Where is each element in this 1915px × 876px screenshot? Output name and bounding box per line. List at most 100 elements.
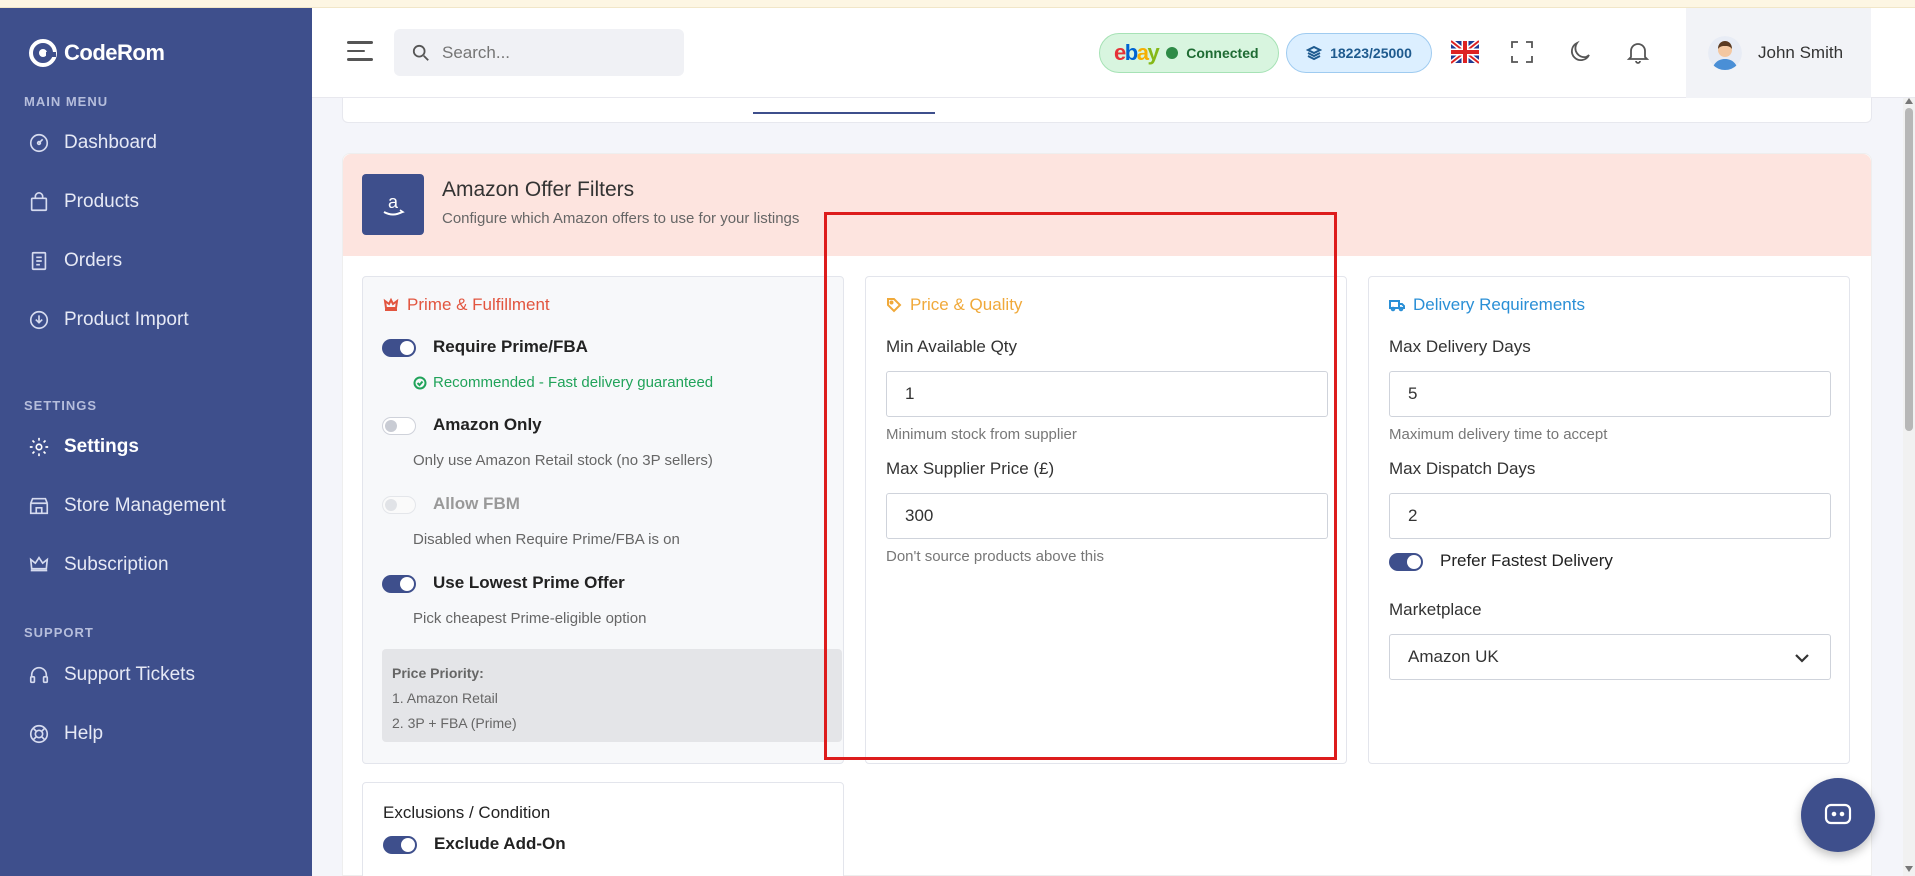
sidebar-item-products[interactable]: Products (28, 191, 139, 213)
headset-icon (29, 666, 49, 684)
sidebar-item-label: Store Management (64, 495, 226, 516)
allow-fbm-toggle[interactable] (382, 496, 416, 514)
panel-title: Amazon Offer Filters (442, 178, 635, 201)
card-title-text: Delivery Requirements (1413, 295, 1585, 314)
ebay-status-text: Connected (1186, 45, 1259, 61)
scroll-up-icon[interactable] (1905, 98, 1913, 104)
card-title: Prime & Fulfillment (383, 295, 550, 315)
amazon-logo-icon: a (362, 174, 424, 235)
crown-icon (29, 556, 49, 572)
sidebar-item-settings[interactable]: Settings (28, 436, 139, 458)
scrollbar-thumb[interactable] (1905, 108, 1913, 431)
prefer-fastest-toggle[interactable] (1389, 553, 1423, 571)
chat-icon (1824, 803, 1852, 825)
lifebuoy-icon (29, 724, 49, 744)
sidebar-item-store-management[interactable]: Store Management (28, 495, 226, 517)
amazon-only-hint: Only use Amazon Retail stock (no 3P sell… (413, 452, 713, 469)
check-circle-icon (413, 376, 427, 389)
panel-header: a Amazon Offer Filters Configure which A… (343, 154, 1871, 256)
card-title: Price & Quality (886, 295, 1022, 315)
max-price-input[interactable] (886, 493, 1328, 539)
exclusions-title: Exclusions / Condition (383, 803, 551, 822)
exclude-addon-toggle[interactable] (383, 836, 417, 854)
search-icon (412, 44, 429, 61)
sidebar-item-label: Products (64, 191, 139, 212)
delivery-requirements-card: Delivery Requirements Max Delivery Days … (1368, 276, 1850, 764)
ebay-status-badge[interactable]: ebay Connected (1099, 33, 1279, 73)
lowest-prime-hint: Pick cheapest Prime-eligible option (413, 610, 647, 627)
sidebar-item-subscription[interactable]: Subscription (28, 554, 169, 576)
orders-icon (31, 251, 47, 271)
allow-fbm-label: Allow FBM (433, 494, 520, 513)
exclude-addon-label: Exclude Add-On (434, 834, 566, 853)
scroll-down-icon[interactable] (1905, 866, 1913, 872)
credits-count: 18223/25000 (1330, 45, 1412, 61)
section-main-menu: MAIN MENU (24, 94, 109, 109)
menu-toggle-icon[interactable] (347, 41, 373, 61)
credits-badge[interactable]: 18223/25000 (1286, 33, 1432, 73)
card-title: Delivery Requirements (1389, 295, 1585, 315)
tag-icon (887, 298, 902, 313)
max-dispatch-input[interactable] (1389, 493, 1831, 539)
max-price-hint: Don't source products above this (886, 548, 1104, 565)
min-qty-hint: Minimum stock from supplier (886, 426, 1077, 443)
search-input[interactable] (442, 42, 662, 63)
status-dot-icon (1166, 47, 1179, 59)
chat-button[interactable] (1801, 778, 1875, 852)
recommended-text: Recommended - Fast delivery guaranteed (433, 374, 714, 391)
sidebar-item-orders[interactable]: Orders (28, 250, 122, 272)
brand-logo[interactable]: CodeRom (28, 38, 165, 68)
crown-icon (383, 297, 399, 311)
sidebar-item-label: Orders (64, 250, 123, 271)
marketplace-value: Amazon UK (1408, 647, 1499, 666)
uk-flag-icon[interactable] (1449, 38, 1481, 66)
sidebar-item-product-import[interactable]: Product Import (28, 309, 189, 331)
layers-icon (1306, 45, 1323, 61)
moon-icon[interactable] (1566, 38, 1594, 66)
sidebar-item-support-tickets[interactable]: Support Tickets (28, 664, 195, 686)
truck-icon (1389, 300, 1405, 312)
active-tab-indicator (753, 112, 935, 114)
ebay-logo-icon: ebay (1114, 40, 1160, 65)
max-delivery-label: Max Delivery Days (1389, 337, 1531, 356)
import-icon (29, 310, 49, 330)
sidebar-item-label: Subscription (64, 554, 169, 575)
marketplace-select[interactable]: Amazon UK (1389, 634, 1831, 680)
fullscreen-icon[interactable] (1508, 38, 1536, 66)
user-menu[interactable]: John Smith (1686, 8, 1871, 98)
require-prime-label: Require Prime/FBA (433, 337, 588, 356)
sidebar: CodeRom MAIN MENU Dashboard Products Ord… (0, 8, 312, 876)
sidebar-item-label: Support Tickets (64, 664, 195, 685)
page-scrollbar[interactable] (1903, 98, 1915, 876)
bell-icon[interactable] (1624, 38, 1652, 66)
search-box[interactable] (394, 29, 684, 76)
amazon-offer-filters-panel: a Amazon Offer Filters Configure which A… (342, 153, 1872, 876)
store-icon (29, 497, 49, 515)
sidebar-item-help[interactable]: Help (28, 723, 103, 745)
marketplace-label: Marketplace (1389, 600, 1482, 619)
sidebar-item-label: Settings (64, 436, 139, 457)
amazon-only-toggle[interactable] (382, 417, 416, 435)
coderom-logo-icon (29, 39, 57, 67)
max-delivery-hint: Maximum delivery time to accept (1389, 426, 1608, 443)
min-qty-label: Min Available Qty (886, 337, 1018, 356)
require-prime-toggle[interactable] (382, 339, 416, 357)
allow-fbm-hint: Disabled when Require Prime/FBA is on (413, 531, 680, 548)
min-qty-input[interactable] (886, 371, 1328, 417)
dashboard-icon (29, 133, 49, 153)
section-support: SUPPORT (24, 625, 94, 640)
sidebar-item-dashboard[interactable]: Dashboard (28, 132, 157, 154)
lowest-prime-toggle[interactable] (382, 575, 416, 593)
prefer-fastest-label: Prefer Fastest Delivery (1440, 551, 1613, 570)
svg-text:a: a (388, 192, 399, 212)
brand-name: CodeRom (64, 40, 165, 65)
section-settings: SETTINGS (24, 398, 98, 413)
top-notice-strip (0, 0, 1915, 8)
avatar (1708, 36, 1742, 70)
max-delivery-input[interactable] (1389, 371, 1831, 417)
user-name: John Smith (1758, 43, 1844, 62)
amazon-only-label: Amazon Only (433, 415, 542, 434)
priority-item: 2. 3P + FBA (Prime) (392, 715, 517, 731)
lowest-prime-label: Use Lowest Prime Offer (433, 573, 625, 592)
sidebar-item-label: Help (64, 723, 104, 744)
